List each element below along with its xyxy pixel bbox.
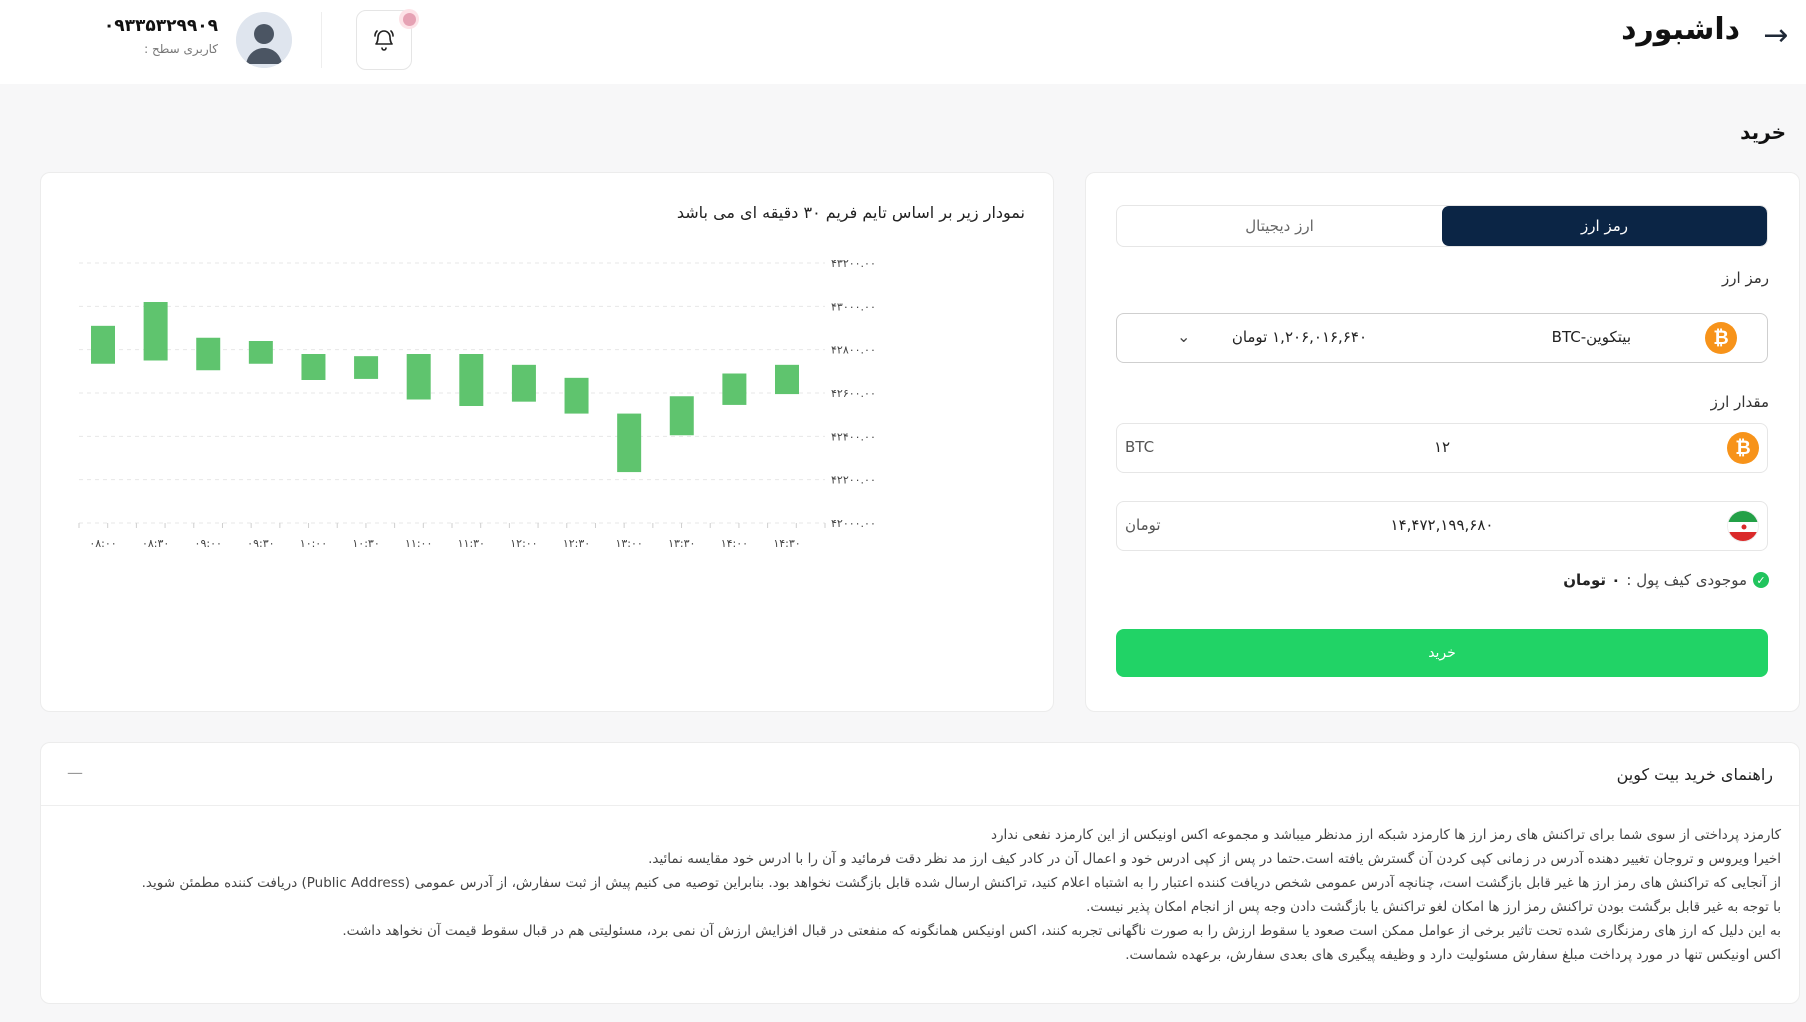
candle-bar: [196, 337, 221, 371]
avatar[interactable]: [236, 12, 292, 68]
x-tick-label: ۱۰:۳۰: [352, 537, 379, 550]
candle-bar: [406, 354, 431, 400]
y-tick-label: ۴۲۰۰۰.۰۰: [831, 517, 876, 530]
guide-paragraph: اخیرا ویروس و تروجان تغییر دهنده آدرس در…: [648, 851, 1781, 867]
x-tick-label: ۰۸:۳۰: [142, 537, 169, 550]
chevron-down-icon: ⌄: [1177, 327, 1191, 346]
bell-icon: [374, 30, 394, 51]
y-tick-label: ۴۳۰۰۰.۰۰: [831, 300, 876, 313]
candle-bar: [143, 302, 168, 361]
section-title: خرید: [1740, 120, 1786, 144]
x-tick-label: ۱۳:۰۰: [615, 537, 642, 550]
tab-crypto[interactable]: رمز ارز: [1442, 206, 1767, 246]
page-title: داشبورد: [1621, 12, 1740, 47]
user-avatar-icon: [236, 12, 292, 68]
candle-bar: [775, 364, 799, 395]
toman-value: ۱۴,۴۷۲,۱۹۹,۶۸۰: [1390, 516, 1494, 534]
top-header: → داشبورد ۰۹۳۳۵۳۲۹۹۰۹ کاربری سطح :: [0, 0, 1806, 84]
y-tick-label: ۴۲۸۰۰.۰۰: [831, 344, 876, 357]
wallet-label: موجودی کیف پول :: [1626, 571, 1747, 589]
selected-price: ۱,۲۰۶,۰۱۶,۶۴۰ تومان: [1231, 328, 1367, 346]
x-tick-label: ۱۴:۳۰: [773, 537, 800, 550]
guide-paragraph: از آنجایی که تراکنش های رمز ارز ها غیر ق…: [141, 875, 1781, 891]
guide-paragraph: به این دلیل که ارز های رمزنگاری شده تحت …: [342, 923, 1781, 939]
candle-bar: [511, 364, 536, 402]
buy-button[interactable]: خرید: [1116, 629, 1768, 677]
user-phone: ۰۹۳۳۵۳۲۹۹۰۹: [103, 16, 218, 36]
amount-value: ۱۲: [1433, 438, 1451, 456]
buy-form-card: رمز ارز ارز دیجیتال رمز ارز ₿ BTC-بیتکوی…: [1085, 172, 1800, 712]
x-tick-label: ۱۱:۰۰: [405, 537, 432, 550]
amount-unit: BTC: [1125, 438, 1155, 456]
amount-label: مقدار ارز: [1710, 393, 1769, 411]
x-tick-label: ۱۲:۰۰: [510, 537, 537, 550]
y-tick-label: ۴۲۶۰۰.۰۰: [831, 387, 876, 400]
bitcoin-icon: ₿: [1705, 322, 1737, 354]
selected-coin: BTC-بیتکوین: [1551, 328, 1631, 346]
guide-card: راهنمای خرید بیت کوین — کارمزد پرداختی ا…: [40, 742, 1800, 1004]
guide-title: راهنمای خرید بیت کوین: [1616, 765, 1773, 784]
guide-paragraph: با توجه به غیر قابل برگشت بودن تراکنش رم…: [1086, 899, 1781, 915]
x-tick-label: ۰۹:۳۰: [247, 537, 274, 550]
notification-button[interactable]: [356, 9, 419, 70]
currency-select[interactable]: ₿ BTC-بیتکوین ۱,۲۰۶,۰۱۶,۶۴۰ تومان ⌄: [1116, 313, 1768, 363]
candle-bar: [354, 356, 379, 379]
x-tick-label: ۰۹:۰۰: [195, 537, 222, 550]
x-tick-label: ۱۳:۳۰: [668, 537, 695, 550]
arrow-right-icon[interactable]: →: [1758, 18, 1794, 54]
guide-divider: [41, 805, 1799, 806]
notification-badge: [399, 9, 419, 29]
x-tick-label: ۱۴:۰۰: [721, 537, 748, 550]
candle-bar: [564, 377, 589, 414]
guide-paragraph: کارمزد پرداختی از سوی شما برای تراکنش ها…: [990, 827, 1781, 843]
candle-bar: [617, 413, 642, 473]
tab-digital-currency[interactable]: ارز دیجیتال: [1117, 206, 1442, 246]
currency-label: رمز ارز: [1722, 269, 1769, 287]
toman-unit: تومان: [1125, 516, 1161, 534]
x-tick-label: ۰۸:۰۰: [89, 537, 116, 550]
currency-tabs: رمز ارز ارز دیجیتال: [1116, 205, 1768, 247]
guide-paragraph: اکس اونیکس تنها در مورد پرداخت مبلغ سفار…: [1125, 947, 1781, 963]
price-chart: ۴۳۲۰۰.۰۰ ۴۳۰۰۰.۰۰ ۴۲۸۰۰.۰۰ ۴۲۶۰۰.۰۰ ۴۲۴۰۰.۰۰…: [78, 257, 876, 550]
candle-bar: [248, 341, 273, 364]
candle-bar: [301, 354, 326, 380]
y-tick-label: ۴۳۲۰۰.۰۰: [831, 257, 876, 270]
candle-bar: [722, 373, 747, 405]
y-tick-label: ۴۲۲۰۰.۰۰: [831, 474, 876, 487]
amount-input[interactable]: ₿ ۱۲ BTC: [1116, 423, 1768, 473]
x-tick-label: ۱۱:۳۰: [458, 537, 485, 550]
user-level: کاربری سطح :: [144, 42, 218, 56]
header-divider: [321, 12, 322, 68]
y-tick-label: ۴۲۴۰۰.۰۰: [831, 430, 876, 443]
collapse-toggle[interactable]: —: [67, 763, 83, 782]
wallet-balance: ✓ موجودی کیف پول : ۰ تومان: [1563, 571, 1769, 589]
chart-card: نمودار زیر بر اساس تایم فریم ۳۰ دقیقه ای…: [40, 172, 1054, 712]
wallet-value: ۰ تومان: [1563, 571, 1621, 589]
x-tick-label: ۱۲:۳۰: [563, 537, 590, 550]
x-tick-label: ۱۰:۰۰: [300, 537, 327, 550]
candle-bar: [669, 396, 694, 436]
candle-bar: [91, 325, 115, 364]
check-circle-icon: ✓: [1753, 572, 1769, 588]
toman-input[interactable]: ۱۴,۴۷۲,۱۹۹,۶۸۰ تومان: [1116, 501, 1768, 551]
guide-body: کارمزد پرداختی از سوی شما برای تراکنش ها…: [67, 823, 1781, 967]
candle-bar: [459, 354, 484, 406]
